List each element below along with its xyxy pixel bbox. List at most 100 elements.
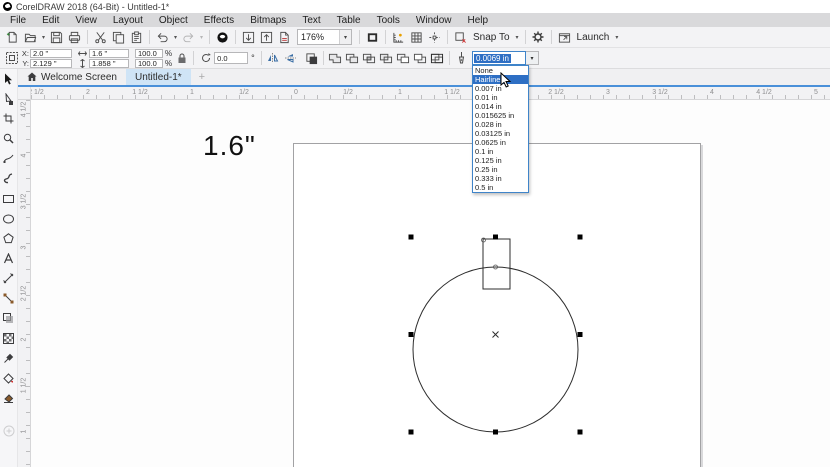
selection-handle[interactable] (409, 235, 414, 240)
smart-fill-tool-button[interactable] (2, 372, 16, 385)
outline-width-option-12[interactable]: 0.333 in (473, 174, 528, 183)
selection-handle[interactable] (493, 430, 498, 435)
copy-icon[interactable] (110, 29, 127, 46)
crop-tool-button[interactable] (2, 112, 16, 125)
undo-icon[interactable] (154, 29, 171, 46)
ellipse-tool-button[interactable] (2, 212, 16, 225)
object-height-field[interactable]: 1.858 " (89, 59, 129, 68)
interactive-fill-tool-button[interactable] (2, 392, 16, 405)
text-tool-button[interactable] (2, 252, 16, 265)
options-gear-icon[interactable] (530, 29, 547, 46)
weld-icon[interactable] (327, 50, 344, 67)
menu-item-7[interactable]: Text (294, 15, 328, 26)
drop-shadow-tool-button[interactable] (2, 312, 16, 325)
paste-icon[interactable] (128, 29, 145, 46)
fullscreen-preview-icon[interactable] (364, 29, 381, 46)
selection-handle[interactable] (493, 235, 498, 240)
parallel-dimension-tool-button[interactable] (2, 272, 16, 285)
rotation-angle-field[interactable]: 0.0 (214, 52, 248, 64)
polygon-tool-button[interactable] (2, 232, 16, 245)
circle-object[interactable] (413, 267, 578, 432)
search-content-icon[interactable] (214, 29, 231, 46)
snap-to-dropdown-icon[interactable]: ▾ (514, 34, 521, 41)
object-width-field[interactable]: 1.6 " (89, 49, 129, 58)
artistic-media-tool-button[interactable] (2, 172, 16, 185)
create-boundary-icon[interactable] (429, 50, 446, 67)
back-minus-front-icon[interactable] (412, 50, 429, 67)
launch-dropdown-icon[interactable]: ▾ (613, 34, 620, 41)
launch-icon[interactable] (556, 29, 573, 46)
menu-item-2[interactable]: View (67, 15, 105, 26)
zoom-level-combo[interactable]: 176% ▾ (297, 29, 352, 45)
menu-item-8[interactable]: Table (329, 15, 369, 26)
outline-width-option-7[interactable]: 0.03125 in (473, 129, 528, 138)
outline-width-option-8[interactable]: 0.0625 in (473, 138, 528, 147)
outline-width-option-10[interactable]: 0.125 in (473, 156, 528, 165)
show-grid-icon[interactable] (408, 29, 425, 46)
rectangle-object[interactable] (483, 239, 510, 289)
outline-width-option-6[interactable]: 0.028 in (473, 120, 528, 129)
snap-to-icon[interactable] (452, 29, 469, 46)
rectangle-tool-button[interactable] (2, 192, 16, 205)
selection-center-mark[interactable] (493, 332, 499, 338)
selection-handle[interactable] (578, 430, 583, 435)
shape-tool-button[interactable] (2, 92, 16, 105)
simplify-icon[interactable] (378, 50, 395, 67)
color-eyedropper-tool-button[interactable] (2, 352, 16, 365)
selection-handle[interactable] (578, 235, 583, 240)
menu-item-9[interactable]: Tools (369, 15, 408, 26)
publish-pdf-icon[interactable] (276, 29, 293, 46)
zoom-level-dropdown-icon[interactable]: ▾ (339, 30, 351, 44)
redo-icon[interactable] (180, 29, 197, 46)
menu-item-5[interactable]: Effects (196, 15, 242, 26)
outline-width-combo[interactable]: 0.0069 in ▾ (472, 51, 539, 65)
customize-toolbox-button[interactable] (2, 424, 16, 437)
open-icon[interactable] (22, 29, 39, 46)
snap-to-label[interactable]: Snap To (470, 32, 513, 43)
show-guidelines-icon[interactable] (426, 29, 443, 46)
zoom-tool-button[interactable] (2, 132, 16, 145)
menu-item-0[interactable]: File (2, 15, 34, 26)
selection-handle[interactable] (409, 332, 414, 337)
order-to-front-icon[interactable] (303, 50, 320, 67)
menu-item-1[interactable]: Edit (34, 15, 67, 26)
lock-ratio-icon[interactable] (173, 50, 190, 67)
pick-tool-button[interactable] (2, 72, 16, 85)
drawing-canvas[interactable]: 1.6" (31, 100, 830, 467)
outline-width-dropdown-icon[interactable]: ▾ (526, 51, 539, 65)
outline-width-value-box[interactable]: 0.0069 in (472, 51, 526, 65)
selection-handle[interactable] (578, 332, 583, 337)
ruler-origin-corner[interactable] (18, 87, 31, 100)
save-icon[interactable] (48, 29, 65, 46)
import-icon[interactable] (240, 29, 257, 46)
menu-item-11[interactable]: Help (460, 15, 497, 26)
intersect-icon[interactable] (361, 50, 378, 67)
connector-tool-button[interactable] (2, 292, 16, 305)
menu-item-4[interactable]: Object (151, 15, 196, 26)
outline-width-option-5[interactable]: 0.015625 in (473, 111, 528, 120)
menu-item-10[interactable]: Window (408, 15, 460, 26)
selection-handle[interactable] (409, 430, 414, 435)
print-icon[interactable] (66, 29, 83, 46)
horizontal-ruler[interactable]: 2 1/221 1/211/201/211 1/222 1/233 1/244 … (31, 87, 830, 100)
y-position-field[interactable]: 2.129 " (30, 59, 72, 68)
flip-vertical-icon[interactable] (282, 50, 299, 67)
trim-icon[interactable] (344, 50, 361, 67)
undo-dropdown-icon[interactable]: ▾ (172, 34, 179, 41)
new-document-icon[interactable] (4, 29, 21, 46)
export-icon[interactable] (258, 29, 275, 46)
redo-dropdown-icon[interactable]: ▾ (198, 34, 205, 41)
outline-width-option-13[interactable]: 0.5 in (473, 183, 528, 192)
outline-width-option-4[interactable]: 0.014 in (473, 102, 528, 111)
launch-label[interactable]: Launch (574, 32, 613, 43)
scale-y-field[interactable]: 100.0 (135, 59, 163, 68)
outline-width-option-3[interactable]: 0.01 in (473, 93, 528, 102)
cut-icon[interactable] (92, 29, 109, 46)
menu-item-3[interactable]: Layout (105, 15, 151, 26)
outline-width-option-9[interactable]: 0.1 in (473, 147, 528, 156)
vertical-ruler[interactable]: 4 1/243 1/232 1/221 1/21 (18, 100, 31, 467)
menu-item-6[interactable]: Bitmaps (242, 15, 294, 26)
transparency-tool-button[interactable] (2, 332, 16, 345)
flip-horizontal-icon[interactable] (265, 50, 282, 67)
open-dropdown-icon[interactable]: ▾ (40, 34, 47, 41)
